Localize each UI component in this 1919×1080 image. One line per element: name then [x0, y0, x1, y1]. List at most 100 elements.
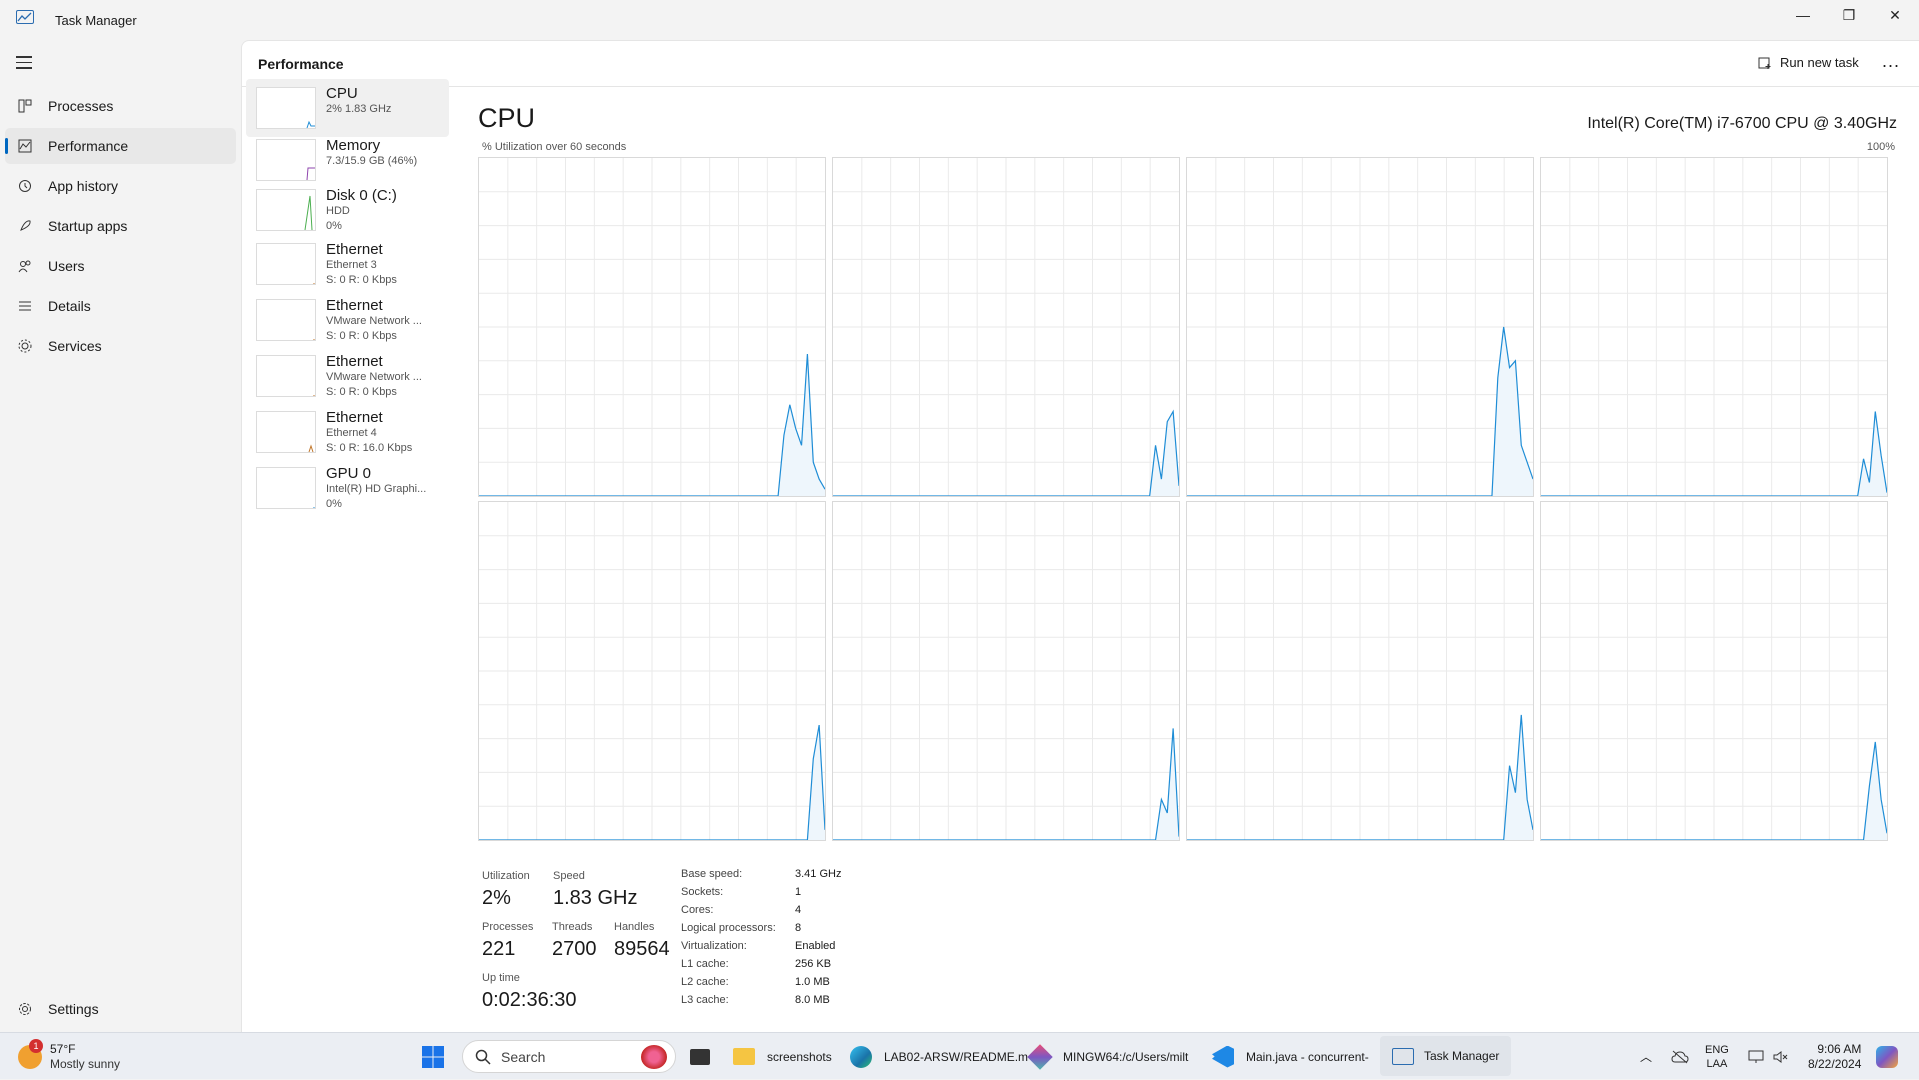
- taskbar-app-git-bash[interactable]: MINGW64:/c/Users/milt: [1027, 1033, 1189, 1080]
- run-new-task-label: Run new task: [1780, 55, 1859, 70]
- weather-desc: Mostly sunny: [50, 1056, 121, 1071]
- task-manager-icon: [1392, 1047, 1414, 1065]
- cpu-core-graph-svg: [833, 158, 1180, 497]
- sidebar-item-startup-apps[interactable]: Startup apps: [5, 208, 236, 244]
- taskbar-app-screenshots[interactable]: screenshots: [733, 1033, 832, 1080]
- cpu-core-graph-svg: [833, 502, 1180, 841]
- utilization-label: Utilization: [482, 870, 530, 882]
- sidebar-item-settings[interactable]: Settings: [5, 991, 236, 1027]
- cpu-core-graph: [1540, 501, 1888, 841]
- weather-widget[interactable]: 1 57°F Mostly sunny: [18, 1033, 120, 1080]
- device-name: GPU 0: [326, 465, 372, 482]
- history-icon: [16, 177, 34, 195]
- sidebar-item-label: Users: [48, 258, 85, 274]
- search-icon: [475, 1049, 491, 1065]
- device-thumbnail-graph: [256, 299, 316, 341]
- volume-muted-icon[interactable]: [1773, 1033, 1789, 1080]
- device-detail: S: 0 R: 0 Kbps: [326, 274, 397, 286]
- speed-label: Speed: [553, 870, 585, 882]
- minimize-button[interactable]: —: [1780, 0, 1826, 30]
- network-icon[interactable]: [1748, 1033, 1764, 1080]
- spec-value: 1.0 MB: [795, 976, 830, 988]
- taskbar-app-edge[interactable]: LAB02-ARSW/README.m: [850, 1033, 1028, 1080]
- device-item[interactable]: GPU 0 Intel(R) HD Graphi... 0%: [246, 459, 449, 517]
- show-hidden-icons-button[interactable]: ︿: [1640, 1033, 1652, 1080]
- onedrive-icon[interactable]: [1671, 1033, 1689, 1080]
- spec-key: Logical processors:: [681, 922, 776, 934]
- details-icon: [16, 297, 34, 315]
- spec-value: Enabled: [795, 940, 836, 952]
- close-button[interactable]: ✕: [1872, 0, 1918, 30]
- device-item[interactable]: Ethernet VMware Network ... S: 0 R: 0 Kbps: [246, 291, 449, 349]
- processes-value: 221: [482, 938, 516, 960]
- device-name: Disk 0 (C:): [326, 187, 397, 204]
- device-detail: VMware Network ...: [326, 371, 422, 383]
- utilization-axis-label: % Utilization over 60 seconds: [482, 141, 627, 153]
- device-name: Ethernet: [326, 241, 383, 258]
- taskbar-app-label: MINGW64:/c/Users/milt: [1063, 1049, 1189, 1064]
- search-placeholder: Search: [501, 1048, 546, 1065]
- notification-badge: 1: [29, 1038, 43, 1053]
- hamburger-menu-icon[interactable]: [16, 56, 32, 70]
- gear-icon: [16, 1000, 34, 1018]
- sidebar-item-label: Processes: [48, 98, 114, 114]
- taskbar-app-task-manager[interactable]: Task Manager: [1380, 1036, 1512, 1076]
- device-item[interactable]: Ethernet Ethernet 3 S: 0 R: 0 Kbps: [246, 235, 449, 293]
- handles-value: 89564: [614, 938, 670, 960]
- device-detail: S: 0 R: 16.0 Kbps: [326, 442, 413, 454]
- git-bash-icon: [1027, 1043, 1053, 1070]
- sidebar-item-performance[interactable]: Performance: [5, 128, 236, 164]
- taskbar-search[interactable]: Search: [462, 1040, 676, 1073]
- lang-line1: ENG: [1705, 1043, 1729, 1056]
- vscode-icon: [1212, 1045, 1234, 1068]
- clock[interactable]: 9:06 AM 8/22/2024: [1808, 1033, 1861, 1080]
- device-thumbnail-graph: [256, 87, 316, 129]
- taskbar-app-vscode[interactable]: Main.java - concurrent-: [1212, 1033, 1369, 1080]
- device-detail: Ethernet 4: [326, 427, 377, 439]
- device-thumbnail-graph: [256, 139, 316, 181]
- sidebar-item-details[interactable]: Details: [5, 288, 236, 324]
- taskbar-app-label: Task Manager: [1424, 1049, 1500, 1063]
- spec-value: 1: [795, 886, 802, 898]
- sidebar-item-app-history[interactable]: App history: [5, 168, 236, 204]
- task-manager-icon: [16, 10, 34, 24]
- cpu-core-graph: [478, 501, 826, 841]
- cpu-core-graph-svg: [479, 158, 826, 497]
- device-detail: HDD: [326, 205, 350, 217]
- processes-icon: [16, 97, 34, 115]
- device-item[interactable]: CPU 2% 1.83 GHz: [246, 79, 449, 137]
- threads-label: Threads: [552, 921, 593, 933]
- maximize-button[interactable]: ❐: [1826, 0, 1872, 30]
- device-item[interactable]: Ethernet Ethernet 4 S: 0 R: 16.0 Kbps: [246, 403, 449, 461]
- task-view-icon: [690, 1048, 710, 1065]
- copilot-button[interactable]: [1876, 1033, 1898, 1080]
- spec-key: L2 cache:: [681, 976, 729, 988]
- folder-icon: [733, 1048, 755, 1065]
- spec-value: 256 KB: [795, 958, 832, 970]
- weather-temp: 57°F: [50, 1041, 76, 1056]
- spec-key: Base speed:: [681, 868, 743, 880]
- cpu-core-graph-svg: [1187, 158, 1534, 497]
- run-new-task-button[interactable]: Run new task: [1758, 55, 1859, 70]
- sidebar-item-users[interactable]: Users: [5, 248, 236, 284]
- more-options-button[interactable]: ...: [1882, 51, 1900, 72]
- device-detail: VMware Network ...: [326, 315, 422, 327]
- device-name: Memory: [326, 137, 381, 154]
- sidebar-item-processes[interactable]: Processes: [5, 88, 236, 124]
- device-name: Ethernet: [326, 297, 383, 314]
- device-item[interactable]: Disk 0 (C:) HDD 0%: [246, 181, 449, 239]
- chevron-up-icon: ︿: [1640, 1050, 1653, 1064]
- language-indicator[interactable]: ENG LAA: [1705, 1033, 1729, 1080]
- spec-key: Sockets:: [681, 886, 724, 898]
- device-item[interactable]: Ethernet VMware Network ... S: 0 R: 0 Kbps: [246, 347, 449, 405]
- sidebar-item-services[interactable]: Services: [5, 328, 236, 364]
- title-bar: Task Manager — ❐ ✕: [0, 0, 1919, 40]
- cpu-title: CPU: [478, 103, 536, 133]
- task-view-button[interactable]: [690, 1033, 710, 1080]
- spec-key: Cores:: [681, 904, 714, 916]
- start-button[interactable]: [421, 1033, 445, 1080]
- sidebar-item-label: Performance: [48, 138, 129, 154]
- taskbar-app-label: Main.java - concurrent-: [1246, 1049, 1369, 1064]
- sidebar: Processes Performance App history Startu…: [0, 40, 241, 1032]
- taskbar-app-label: LAB02-ARSW/README.m: [884, 1049, 1029, 1064]
